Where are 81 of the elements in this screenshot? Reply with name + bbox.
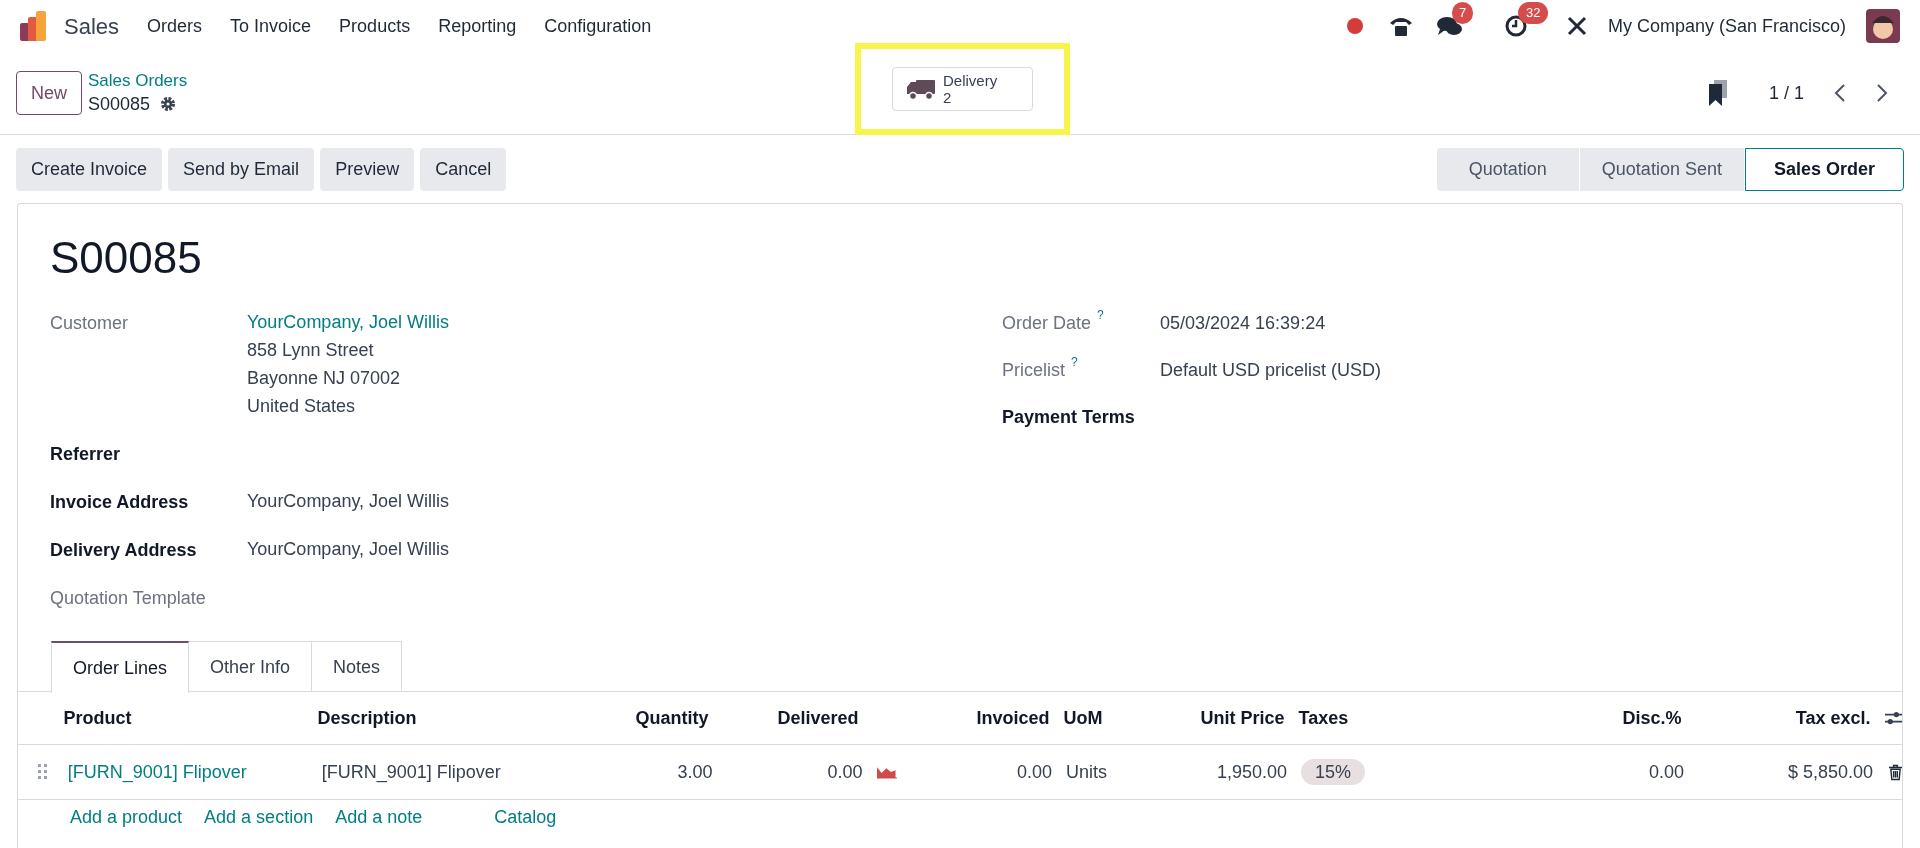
table-cell-text: 0.00 — [1015, 760, 1052, 784]
field-value: YourCompany, Joel Willis — [247, 538, 450, 561]
clock-icon[interactable] — [1503, 14, 1528, 38]
pager-value[interactable]: 1 / 1 — [1768, 79, 1804, 107]
area-chart-icon[interactable] — [876, 765, 897, 779]
add-line-link[interactable]: Catalog — [494, 806, 557, 828]
help-tooltip[interactable]: ? — [1071, 355, 1078, 369]
company-name[interactable]: My Company (San Francisco) — [1607, 12, 1846, 40]
next-icon[interactable] — [1876, 83, 1888, 103]
breadcrumb-link[interactable]: Sales Orders — [88, 70, 188, 92]
record-title: S00085 — [49, 232, 203, 284]
record-name: S00085 — [88, 93, 151, 116]
field-value[interactable]: YourCompany, Joel Willis — [247, 308, 450, 336]
action-button[interactable]: Cancel — [420, 148, 507, 191]
field-value: 05/03/2024 16:39:24 — [1160, 312, 1326, 335]
notification-badge: 32 — [1517, 2, 1549, 24]
add-line-link[interactable]: Add a section — [204, 806, 314, 828]
table-cell-text: 1,950.00 — [1215, 760, 1287, 784]
previous-icon[interactable] — [1834, 83, 1846, 103]
settings-icon[interactable] — [160, 96, 177, 112]
notification-badge: 7 — [1451, 2, 1474, 24]
field-value: Bayonne NJ 07002 — [247, 367, 401, 390]
field-label: Quotation Template — [50, 588, 206, 608]
field-label: Pricelist — [1002, 359, 1065, 382]
help-tooltip[interactable]: ? — [1097, 308, 1104, 322]
delivery-smart-button[interactable]: Delivery 2 — [892, 67, 1033, 111]
notebook-tab[interactable]: Order Lines — [51, 641, 190, 693]
add-line-link[interactable]: Add a product — [70, 806, 183, 828]
action-button[interactable]: Create Invoice — [16, 148, 163, 191]
table-cell-text: $ 5,850.00 — [1786, 760, 1873, 784]
field-label: Payment Terms — [1002, 406, 1135, 429]
field-value: Default USD pricelist (USD) — [1160, 359, 1382, 382]
column-header[interactable]: Tax excl. — [1681, 704, 1871, 732]
app-name[interactable]: Sales — [64, 9, 120, 43]
status-step[interactable]: Quotation — [1436, 148, 1580, 191]
add-line-link[interactable]: Add a note — [335, 806, 423, 828]
column-header[interactable]: Disc.% — [1444, 704, 1682, 732]
smart-button-count: 2 — [943, 89, 952, 106]
column-header[interactable]: Description — [317, 704, 531, 732]
column-header[interactable]: Product — [63, 704, 318, 732]
action-button[interactable]: Preview — [320, 148, 415, 191]
table-cell-text: 0.00 — [826, 760, 863, 784]
menu-item[interactable]: Orders — [147, 12, 203, 40]
drag-handle-icon[interactable] — [38, 764, 48, 780]
new-button[interactable]: New — [16, 71, 82, 115]
field-label: Delivery Address — [50, 540, 197, 560]
app-logo-icon[interactable] — [20, 11, 48, 41]
menu-item[interactable]: Reporting — [438, 12, 517, 40]
action-button[interactable]: Send by Email — [168, 148, 315, 191]
column-header[interactable]: Unit Price — [1119, 704, 1285, 732]
table-cell-text: [FURN_9001] Flipover — [321, 760, 502, 785]
field-label: Customer — [50, 313, 129, 333]
bookmark-icon[interactable] — [1706, 80, 1729, 106]
field-label: Order Date — [1002, 312, 1092, 335]
column-header[interactable]: UoM — [1049, 704, 1120, 732]
field-value: YourCompany, Joel Willis — [247, 490, 450, 513]
table-cell-text: 3.00 — [676, 760, 713, 784]
status-step[interactable]: Sales Order — [1744, 148, 1904, 191]
tax-tag: 15% — [1301, 758, 1366, 785]
table-cell-text: Units — [1065, 760, 1109, 784]
notebook-tab[interactable]: Notes — [312, 641, 403, 692]
menu-item[interactable]: To Invoice — [230, 12, 312, 40]
truck-icon — [907, 78, 935, 100]
column-header[interactable]: Invoiced — [858, 704, 1050, 732]
field-value: United States — [247, 395, 356, 418]
menu-item[interactable]: Products — [339, 12, 411, 40]
field-value: 858 Lynn Street — [247, 339, 374, 362]
column-settings-icon[interactable] — [1884, 709, 1902, 727]
status-step[interactable]: Quotation Sent — [1579, 148, 1745, 191]
avatar-icon[interactable] — [1866, 9, 1900, 43]
column-header[interactable]: Delivered — [708, 704, 859, 732]
column-header[interactable]: Taxes — [1284, 704, 1445, 732]
field-label: Referrer — [50, 444, 121, 464]
smart-button-label: Delivery — [943, 72, 998, 89]
table-cell-text: 0.00 — [1647, 760, 1684, 784]
menu-item[interactable]: Configuration — [544, 12, 652, 40]
notebook-tab[interactable]: Other Info — [189, 641, 313, 692]
column-header[interactable]: Quantity — [530, 704, 709, 732]
field-label: Invoice Address — [50, 492, 189, 512]
table-cell[interactable]: [FURN_9001] Flipover — [67, 758, 322, 786]
delete-icon[interactable] — [1889, 763, 1902, 781]
